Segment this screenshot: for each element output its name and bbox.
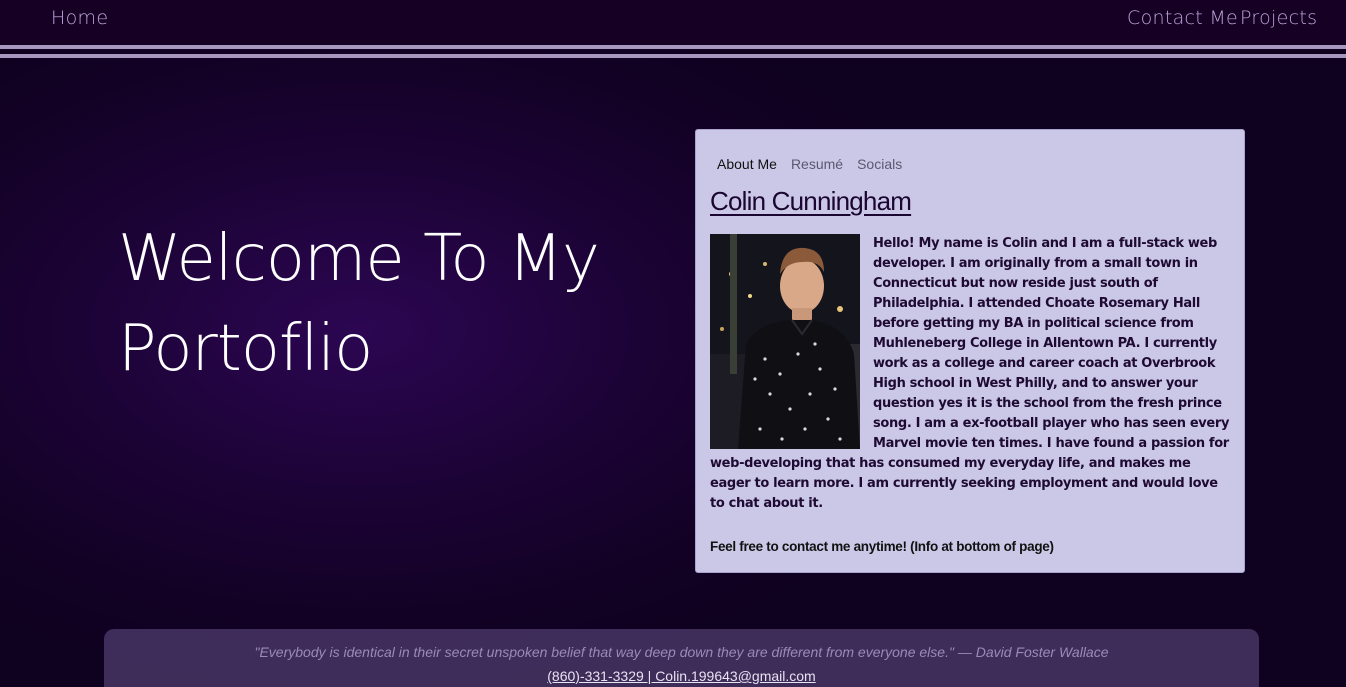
about-card: About Me Resumé Socials Colin Cunningham	[695, 129, 1245, 573]
profile-photo	[710, 234, 860, 449]
footer-contact-link[interactable]: (860)-331-3329 | Colin.199643@gmail.com	[547, 668, 815, 684]
header-divider-top	[0, 45, 1346, 49]
profile-name: Colin Cunningham	[710, 186, 912, 216]
tab-about-me[interactable]: About Me	[716, 156, 784, 172]
top-nav: Home Contact Me Projects	[0, 0, 1346, 44]
footer-panel: "Everybody is identical in their secret …	[104, 629, 1259, 687]
header-divider-bottom	[0, 54, 1346, 58]
bio-text-block: Hello! My name is Colin and I am a full-…	[710, 234, 1230, 514]
footer-contact-info: (860)-331-3329 | Colin.199643@gmail.com	[104, 668, 1259, 684]
nav-home-link[interactable]: Home	[51, 7, 108, 29]
tab-resume[interactable]: Resumé	[784, 156, 850, 172]
nav-projects-link[interactable]: Projects	[1240, 7, 1317, 29]
hero-title: Welcome To My Portoflio	[118, 222, 600, 386]
contact-note: Feel free to contact me anytime! (Info a…	[710, 539, 1054, 554]
nav-contact-link[interactable]: Contact Me	[1127, 7, 1238, 29]
footer-quote: "Everybody is identical in their secret …	[254, 644, 1109, 660]
card-tabs: About Me Resumé Socials	[716, 156, 909, 172]
tab-socials[interactable]: Socials	[850, 156, 909, 172]
